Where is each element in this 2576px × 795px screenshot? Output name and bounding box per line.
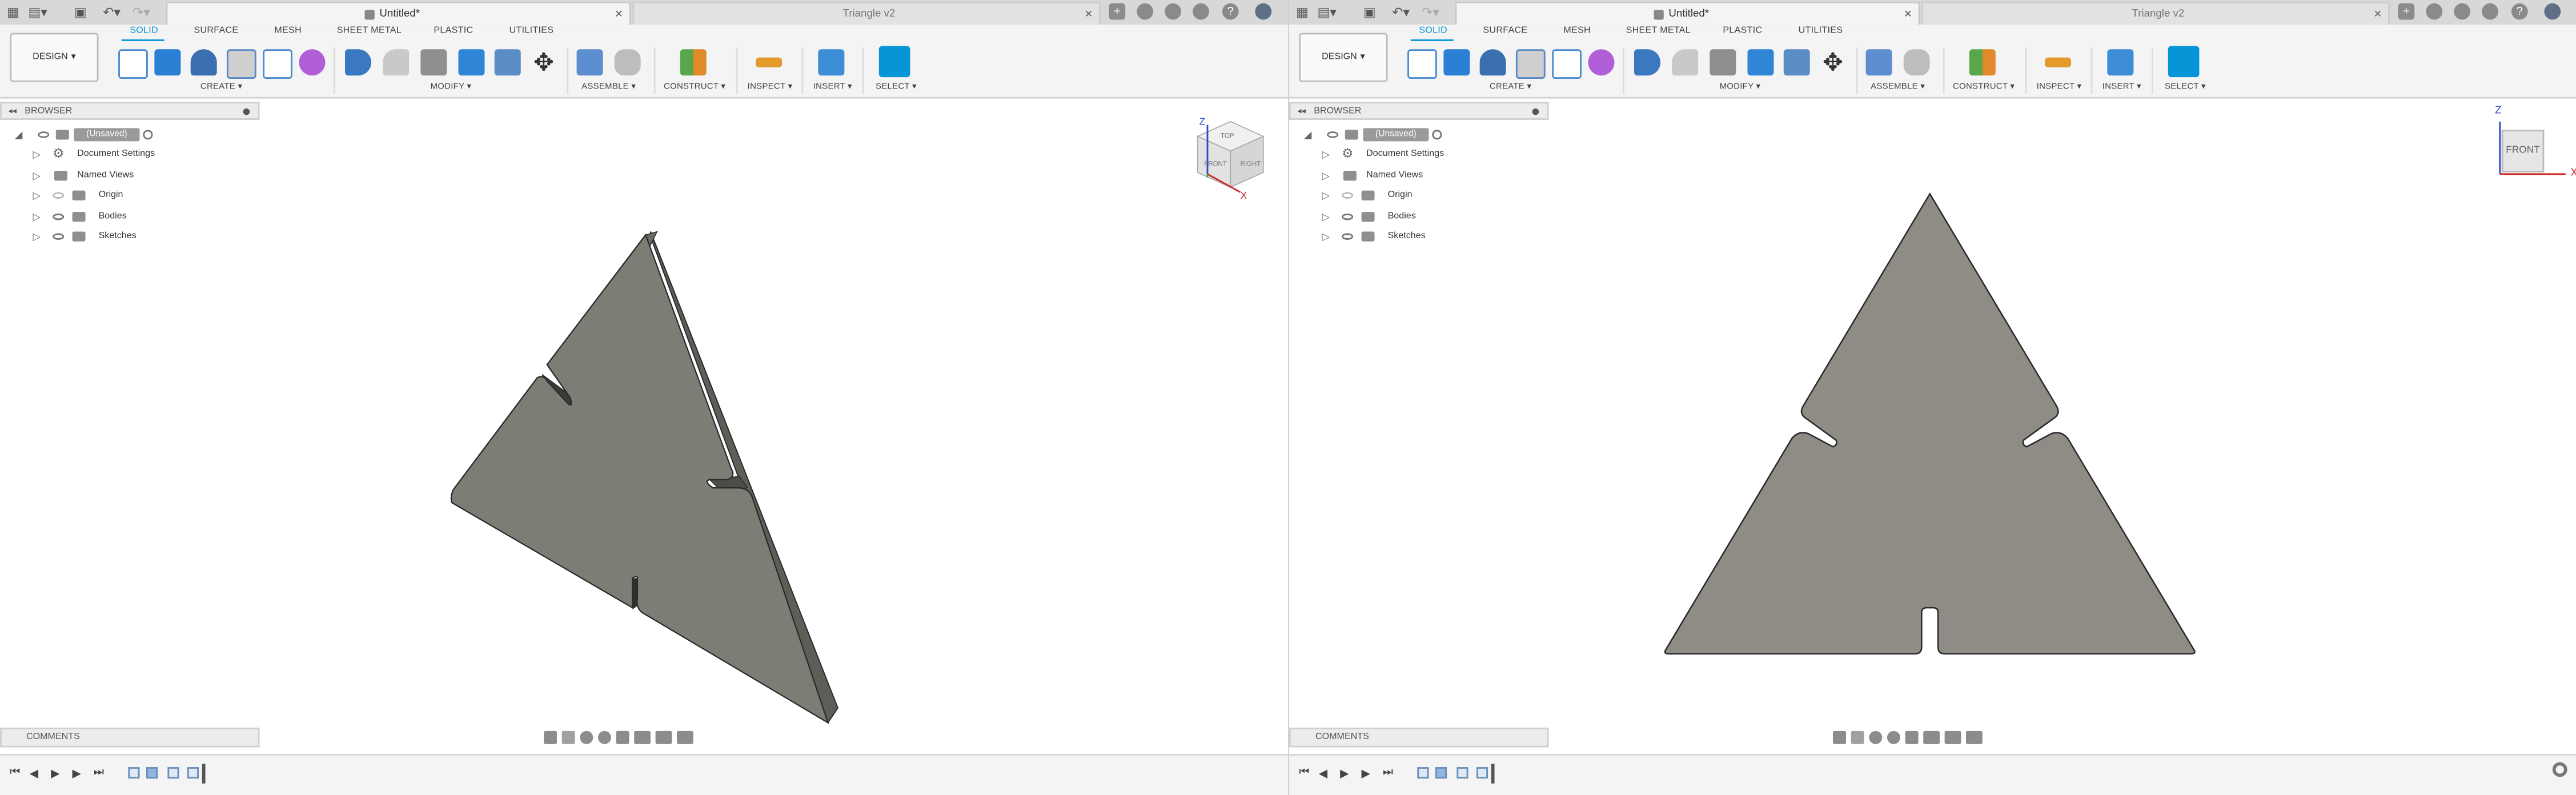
look-at-icon[interactable]: [1851, 730, 1864, 744]
viewports-icon[interactable]: [1965, 730, 1983, 744]
axis-x-label: X: [1241, 190, 1247, 200]
axis-z-label: Z: [2495, 105, 2502, 117]
model-viewport[interactable]: [0, 0, 1288, 795]
go-to-start-icon[interactable]: ⏮: [1299, 767, 1309, 780]
model-body-isometric: [450, 231, 838, 725]
play-icon[interactable]: ▶: [1340, 767, 1349, 780]
fusion-window-left: ▦ ▤▾ ▣ ↶▾ ↷▾ Untitled* × Triangle v2 × +…: [0, 0, 1288, 795]
timeline-sketch-icon[interactable]: [167, 767, 179, 779]
display-settings-icon[interactable]: [1923, 730, 1940, 744]
viewcube-front-label[interactable]: FRONT: [1204, 160, 1227, 167]
zoom-icon[interactable]: [1887, 730, 1900, 744]
comments-title: COMMENTS: [1315, 732, 1369, 742]
display-settings-icon[interactable]: [634, 730, 651, 744]
timeline: ⏮ ◀ ▶ ▶ ⏭: [1289, 754, 2576, 795]
go-to-end-icon[interactable]: ⏭: [94, 767, 104, 780]
model-body-front: [1664, 192, 2196, 655]
pan-icon[interactable]: [580, 730, 593, 744]
timeline-sketch-icon[interactable]: [1456, 767, 1468, 779]
comments-panel[interactable]: COMMENTS: [0, 728, 260, 748]
step-back-icon[interactable]: ◀: [1319, 767, 1328, 780]
look-at-icon[interactable]: [561, 730, 575, 744]
timeline-extrude-icon[interactable]: [1435, 767, 1447, 779]
zoom-icon[interactable]: [597, 730, 611, 744]
orbit-icon[interactable]: [544, 730, 557, 744]
grid-settings-icon[interactable]: [655, 730, 672, 744]
timeline-marker[interactable]: [1491, 764, 1495, 784]
go-to-end-icon[interactable]: ⏭: [1383, 767, 1393, 780]
timeline-sketch-icon[interactable]: [187, 767, 199, 779]
viewcube[interactable]: TOP FRONT RIGHT Z X: [1191, 109, 1270, 200]
orbit-icon[interactable]: [1833, 730, 1847, 744]
axis-z-label: Z: [1199, 116, 1206, 127]
settings-gear-icon[interactable]: [2552, 762, 2567, 777]
viewports-icon[interactable]: [676, 730, 693, 744]
comments-panel[interactable]: COMMENTS: [1289, 728, 1549, 748]
timeline-marker[interactable]: [202, 764, 206, 784]
viewcube-right-label[interactable]: RIGHT: [1241, 160, 1261, 167]
step-back-icon[interactable]: ◀: [30, 767, 39, 780]
step-forward-icon[interactable]: ▶: [1362, 767, 1371, 780]
step-forward-icon[interactable]: ▶: [73, 767, 82, 780]
timeline-sketch-icon[interactable]: [128, 767, 140, 779]
fusion-window-right: ▦ ▤▾ ▣ ↶▾ ↷▾ Untitled* × Triangle v2 × +…: [1288, 0, 2576, 795]
fit-icon[interactable]: [1905, 730, 1919, 744]
timeline-sketch-icon[interactable]: [1476, 767, 1488, 779]
timeline-extrude-icon[interactable]: [146, 767, 158, 779]
play-icon[interactable]: ▶: [51, 767, 60, 780]
navigation-bar: [1833, 728, 1983, 748]
timeline-sketch-icon[interactable]: [1417, 767, 1429, 779]
fit-icon[interactable]: [616, 730, 629, 744]
axis-x-label: X: [2570, 167, 2576, 179]
viewcube-top-label[interactable]: TOP: [1221, 133, 1234, 140]
pan-icon[interactable]: [1869, 730, 1883, 744]
comments-title: COMMENTS: [26, 732, 80, 742]
model-viewport[interactable]: [1289, 0, 2576, 795]
timeline: ⏮ ◀ ▶ ▶ ⏭: [0, 754, 1288, 795]
grid-settings-icon[interactable]: [1944, 730, 1961, 744]
navigation-bar: [544, 728, 693, 748]
viewcube-axes: [2499, 121, 2566, 175]
go-to-start-icon[interactable]: ⏮: [10, 767, 20, 780]
